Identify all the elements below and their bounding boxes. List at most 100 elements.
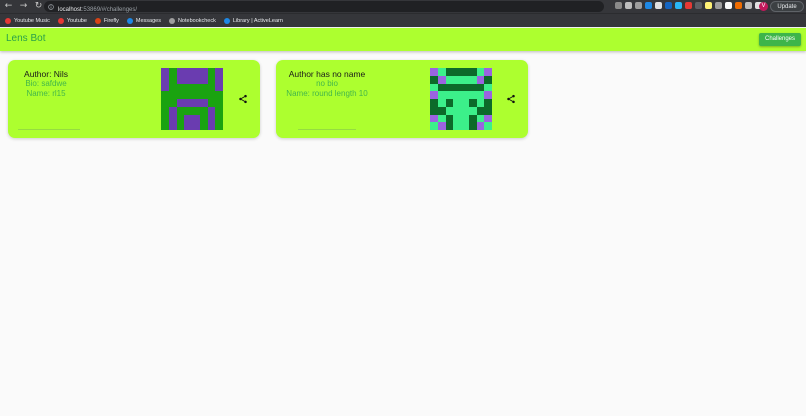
bookmark-star-icon[interactable] xyxy=(625,2,632,9)
grid-cell xyxy=(161,106,169,115)
grid-cell xyxy=(207,75,216,84)
back-icon[interactable]: ← xyxy=(4,2,13,11)
grid-cell xyxy=(437,83,446,92)
notebookcheck-icon xyxy=(168,17,175,24)
grid-cell xyxy=(468,68,477,76)
grid-cell xyxy=(437,75,446,84)
grid-cell xyxy=(430,106,438,115)
activelearn-icon xyxy=(223,17,230,24)
grid-cell xyxy=(445,83,454,92)
grid-cell xyxy=(161,122,169,130)
grid-cell xyxy=(184,91,192,99)
grid-cell xyxy=(215,114,223,123)
extension-icon[interactable] xyxy=(725,2,732,9)
firefly-icon xyxy=(94,17,101,24)
forward-icon[interactable]: → xyxy=(19,2,28,11)
grid-cell xyxy=(161,68,169,76)
profile-avatar[interactable]: V xyxy=(759,2,768,11)
challenges-button[interactable]: Challenges xyxy=(759,33,801,46)
grid-cell xyxy=(476,91,485,99)
share-icon[interactable] xyxy=(506,94,516,104)
bookmark-notebookcheck[interactable]: Notebookcheck xyxy=(168,17,216,24)
grid-cell xyxy=(430,99,438,107)
grid-cell xyxy=(453,75,461,84)
grid-cell xyxy=(484,99,492,107)
bookmark-messages[interactable]: Messages xyxy=(126,17,161,24)
grid-cell xyxy=(476,99,485,107)
grid-cell xyxy=(468,99,477,107)
extension-icon[interactable] xyxy=(665,2,672,9)
grid-cell xyxy=(192,114,200,123)
reload-icon[interactable]: ↻ xyxy=(34,2,43,11)
grid-cell xyxy=(476,75,485,84)
card-bio: no bio xyxy=(316,79,338,88)
grid-cell xyxy=(192,83,200,92)
address-bar[interactable]: localhost:53869/#/challenges/ xyxy=(44,1,604,13)
grid-cell xyxy=(168,83,177,92)
grid-cell xyxy=(476,68,485,76)
extension-icon[interactable] xyxy=(685,2,692,9)
grid-cell xyxy=(207,122,216,130)
grid-cell xyxy=(176,99,185,107)
challenge-card[interactable]: Author has no name no bio Name: round le… xyxy=(276,60,528,138)
messages-icon xyxy=(126,17,133,24)
card-info: Author has no name no bio Name: round le… xyxy=(276,69,378,99)
grid-cell xyxy=(468,106,477,115)
challenge-preview-grid xyxy=(430,68,492,130)
extension-icon[interactable] xyxy=(635,2,642,9)
bookmark-library-activelearn[interactable]: Library | ActiveLearn xyxy=(223,17,283,24)
grid-cell xyxy=(192,122,200,130)
grid-cell xyxy=(445,68,454,76)
share-page-icon[interactable] xyxy=(615,2,622,9)
grid-cell xyxy=(461,83,469,92)
grid-cell xyxy=(199,91,208,99)
grid-cell xyxy=(453,99,461,107)
extension-icon[interactable] xyxy=(675,2,682,9)
grid-cell xyxy=(184,99,192,107)
extension-icon[interactable] xyxy=(705,2,712,9)
bookmark-youtube[interactable]: Youtube xyxy=(57,17,87,24)
puzzle-icon[interactable] xyxy=(745,2,752,9)
grid-cell xyxy=(476,122,485,130)
grid-cell xyxy=(184,83,192,92)
url-path: :53869/#/challenges/ xyxy=(81,6,138,13)
grid-cell xyxy=(430,91,438,99)
app-title: Lens Bot xyxy=(6,33,46,44)
grid-cell xyxy=(176,91,185,99)
info-icon[interactable] xyxy=(48,3,54,10)
grid-cell xyxy=(176,114,185,123)
grid-cell xyxy=(445,75,454,84)
grid-cell xyxy=(430,122,438,130)
card-name: Name: rl15 xyxy=(26,89,66,98)
grid-cell xyxy=(184,68,192,76)
grid-cell xyxy=(437,91,446,99)
grid-cell xyxy=(461,75,469,84)
update-button[interactable]: Update xyxy=(770,1,804,12)
grid-cell xyxy=(199,106,208,115)
bookmark-youtube-music[interactable]: Youtube Music xyxy=(5,17,50,24)
grid-cell xyxy=(215,122,223,130)
share-icon[interactable] xyxy=(238,94,248,104)
extension-icon[interactable] xyxy=(715,2,722,9)
card-bio: Bio: safdwe xyxy=(25,79,67,88)
grid-cell xyxy=(484,122,492,130)
grid-cell xyxy=(437,68,446,76)
extension-icon[interactable] xyxy=(695,2,702,9)
grid-cell xyxy=(184,114,192,123)
grid-cell xyxy=(215,99,223,107)
bookmark-firefly[interactable]: Firefly xyxy=(94,17,119,24)
grid-cell xyxy=(215,91,223,99)
grid-cell xyxy=(453,114,461,123)
extension-icon[interactable] xyxy=(735,2,742,9)
grid-cell xyxy=(445,99,454,107)
extension-icon[interactable] xyxy=(645,2,652,9)
challenge-card[interactable]: Author: Nils Bio: safdwe Name: rl15 xyxy=(8,60,260,138)
grid-cell xyxy=(461,106,469,115)
grid-cell xyxy=(430,75,438,84)
extension-icon[interactable] xyxy=(655,2,662,9)
grid-cell xyxy=(445,114,454,123)
grid-cell xyxy=(168,99,177,107)
grid-cell xyxy=(453,106,461,115)
grid-cell xyxy=(484,68,492,76)
grid-cell xyxy=(207,114,216,123)
